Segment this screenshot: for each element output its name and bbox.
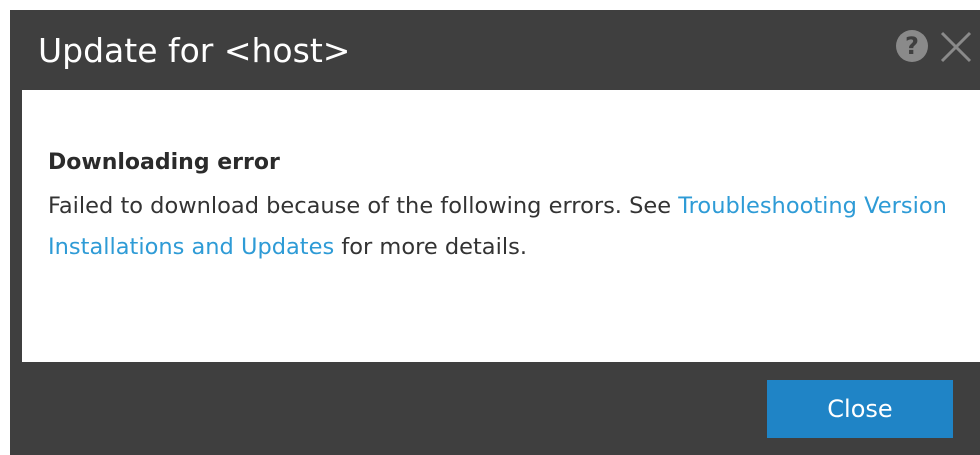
dialog-footer: Close [10, 362, 980, 455]
close-icon[interactable] [934, 29, 974, 65]
update-dialog: Update for <host> ? Downloading error Fa… [10, 10, 980, 455]
error-message-suffix: for more details. [334, 234, 527, 260]
error-message-text: Failed to download because of the follow… [48, 193, 679, 219]
help-icon[interactable]: ? [896, 30, 928, 62]
dialog-content: Downloading error Failed to download bec… [22, 90, 980, 362]
error-heading: Downloading error [48, 150, 280, 175]
close-button[interactable]: Close [767, 380, 953, 438]
dialog-titlebar: Update for <host> ? [10, 10, 980, 90]
error-message: Failed to download because of the follow… [48, 186, 948, 268]
dialog-title: Update for <host> [38, 31, 351, 70]
